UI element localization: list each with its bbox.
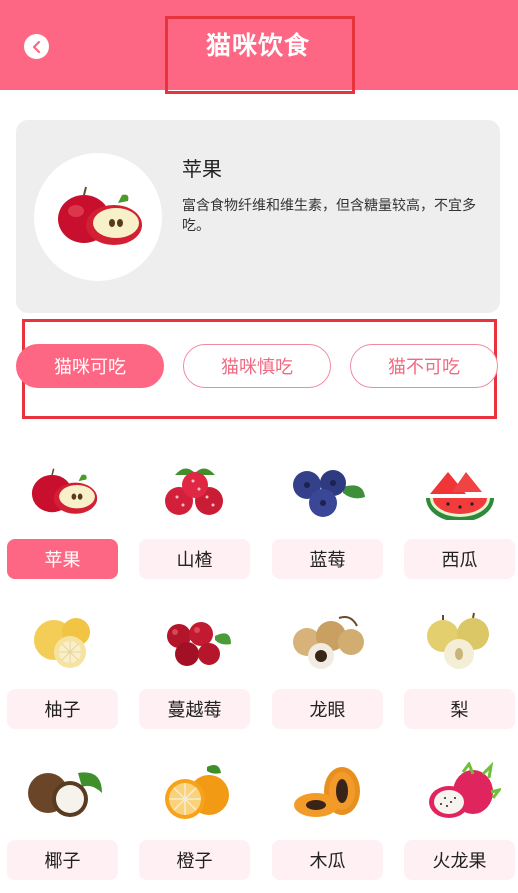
food-image (272, 604, 383, 680)
pear-icon (426, 612, 489, 669)
food-item-hawthorn[interactable]: 山楂 (139, 454, 250, 584)
food-label: 西瓜 (404, 539, 515, 579)
food-image (404, 755, 515, 831)
tab-cat-eat-carefully[interactable]: 猫咪慎吃 (183, 344, 331, 388)
detail-image (34, 153, 162, 281)
food-label: 山楂 (139, 539, 250, 579)
apple-icon (31, 468, 97, 514)
dragon-fruit-icon (428, 762, 501, 818)
food-image (7, 755, 118, 831)
food-item-apple[interactable]: 苹果 (7, 454, 118, 584)
food-item-longan[interactable]: 龙眼 (272, 604, 383, 734)
food-label: 木瓜 (272, 840, 383, 880)
food-item-pomelo[interactable]: 柚子 (7, 604, 118, 734)
apple-icon (58, 186, 142, 245)
food-item-watermelon[interactable]: 西瓜 (404, 454, 515, 584)
food-item-dragon-fruit[interactable]: 火龙果 (404, 755, 515, 885)
food-label: 苹果 (7, 539, 118, 579)
food-image (272, 755, 383, 831)
cranberry-icon (166, 622, 231, 666)
food-image (7, 604, 118, 680)
food-label: 橙子 (139, 840, 250, 880)
food-image (7, 454, 118, 530)
cat-diet-page: 猫咪饮食 苹果 富含食物纤维和维生素，但含糖量较高，不宜多吃。 猫咪可吃 猫咪慎… (0, 0, 518, 893)
food-image (272, 454, 383, 530)
chevron-left-icon (32, 40, 40, 53)
food-item-papaya[interactable]: 木瓜 (272, 755, 383, 885)
tab-cat-can-eat[interactable]: 猫咪可吃 (16, 344, 164, 388)
food-label: 柚子 (7, 689, 118, 729)
watermelon-icon (425, 472, 494, 520)
food-label: 蔓越莓 (139, 689, 250, 729)
food-item-blueberry[interactable]: 蓝莓 (272, 454, 383, 584)
back-button[interactable] (24, 34, 49, 59)
pomelo-icon (33, 618, 90, 668)
title-highlight-box (165, 16, 355, 94)
food-label: 龙眼 (272, 689, 383, 729)
orange-icon (164, 765, 229, 819)
longan-icon (292, 616, 364, 669)
coconut-icon (27, 772, 102, 817)
food-item-cranberry[interactable]: 蔓越莓 (139, 604, 250, 734)
food-image (404, 454, 515, 530)
food-label: 梨 (404, 689, 515, 729)
blueberry-icon (292, 470, 365, 517)
food-detail-card: 苹果 富含食物纤维和维生素，但含糖量较高，不宜多吃。 (16, 120, 500, 313)
hawthorn-icon (164, 468, 223, 515)
papaya-icon (293, 767, 360, 817)
detail-food-name: 苹果 (182, 157, 222, 181)
food-label: 火龙果 (404, 840, 515, 880)
food-image (404, 604, 515, 680)
food-item-coconut[interactable]: 椰子 (7, 755, 118, 885)
food-image (139, 755, 250, 831)
food-image (139, 454, 250, 530)
food-item-pear[interactable]: 梨 (404, 604, 515, 734)
food-label: 椰子 (7, 840, 118, 880)
tab-cat-cannot-eat[interactable]: 猫不可吃 (350, 344, 498, 388)
food-item-orange[interactable]: 橙子 (139, 755, 250, 885)
detail-food-description: 富含食物纤维和维生素，但含糖量较高，不宜多吃。 (182, 198, 476, 234)
food-image (139, 604, 250, 680)
food-label: 蓝莓 (272, 539, 383, 579)
